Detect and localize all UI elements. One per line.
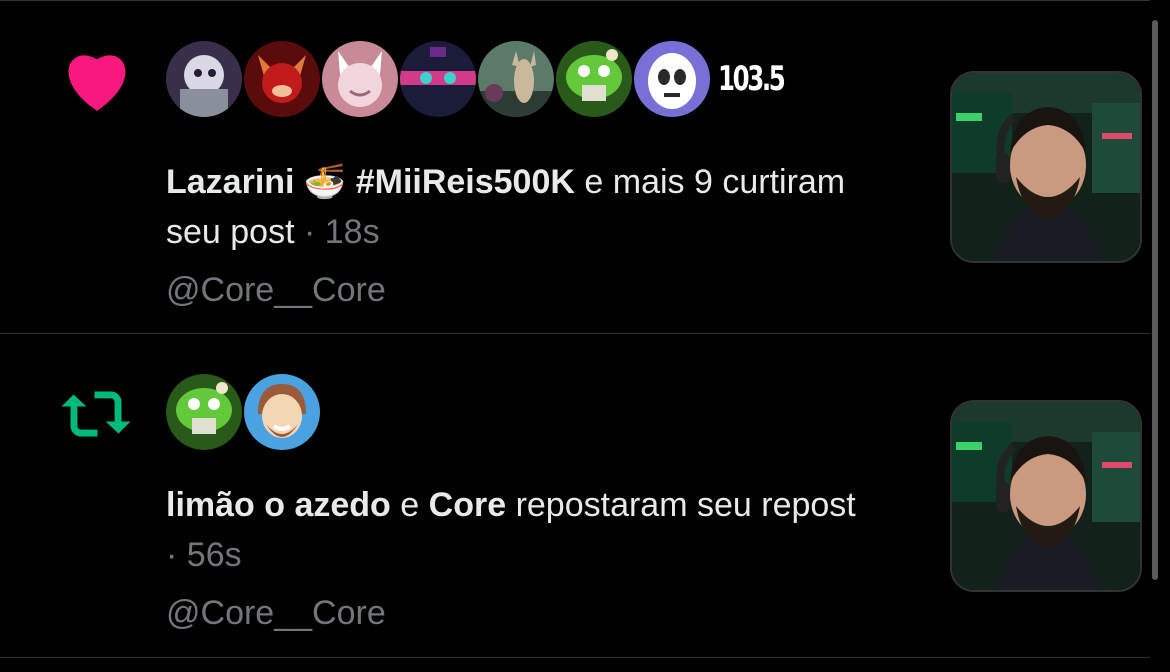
repost-icon	[60, 384, 132, 449]
separator-dot: ·	[303, 213, 316, 251]
connector-text: e	[400, 486, 420, 524]
timestamp: 18s	[324, 213, 380, 251]
action-text: repostaram seu repost	[515, 486, 856, 524]
avatar[interactable]	[322, 41, 398, 117]
post-thumbnail[interactable]	[950, 400, 1142, 592]
reposter-name[interactable]: Core	[429, 486, 506, 524]
avatar[interactable]	[244, 41, 320, 117]
liker-name[interactable]: Lazarini 🍜 #MiiReis500K	[166, 163, 575, 201]
separator-dot: ·	[166, 536, 178, 574]
notification-like[interactable]: 103.5 Lazarini 🍜 #MiiReis500K e mais 9 c…	[0, 0, 1150, 334]
scrollbar[interactable]	[1152, 20, 1158, 580]
extra-liker-count: 103.5	[718, 59, 786, 99]
post-author-handle: @Core__Core	[166, 594, 386, 632]
notification-text: Lazarini 🍜 #MiiReis500K e mais 9 curtira…	[166, 157, 866, 257]
avatar[interactable]	[166, 41, 242, 117]
reposter-avatars	[166, 374, 322, 450]
notification-repost[interactable]: limão o azedo e Core repostaram seu repo…	[0, 334, 1150, 658]
connector-text: e mais 9	[584, 163, 713, 201]
avatar[interactable]	[556, 41, 632, 117]
post-author-handle: @Core__Core	[166, 271, 386, 309]
post-thumbnail[interactable]	[950, 71, 1142, 263]
notification-text: limão o azedo e Core repostaram seu repo…	[166, 480, 866, 580]
reposter-name[interactable]: limão o azedo	[166, 486, 391, 524]
liker-avatars: 103.5	[166, 41, 800, 117]
avatar[interactable]	[634, 41, 710, 117]
avatar[interactable]	[400, 41, 476, 117]
avatar[interactable]	[166, 374, 242, 450]
avatar[interactable]	[244, 374, 320, 450]
timestamp: 56s	[186, 536, 242, 574]
heart-icon	[60, 47, 134, 118]
avatar[interactable]	[478, 41, 554, 117]
